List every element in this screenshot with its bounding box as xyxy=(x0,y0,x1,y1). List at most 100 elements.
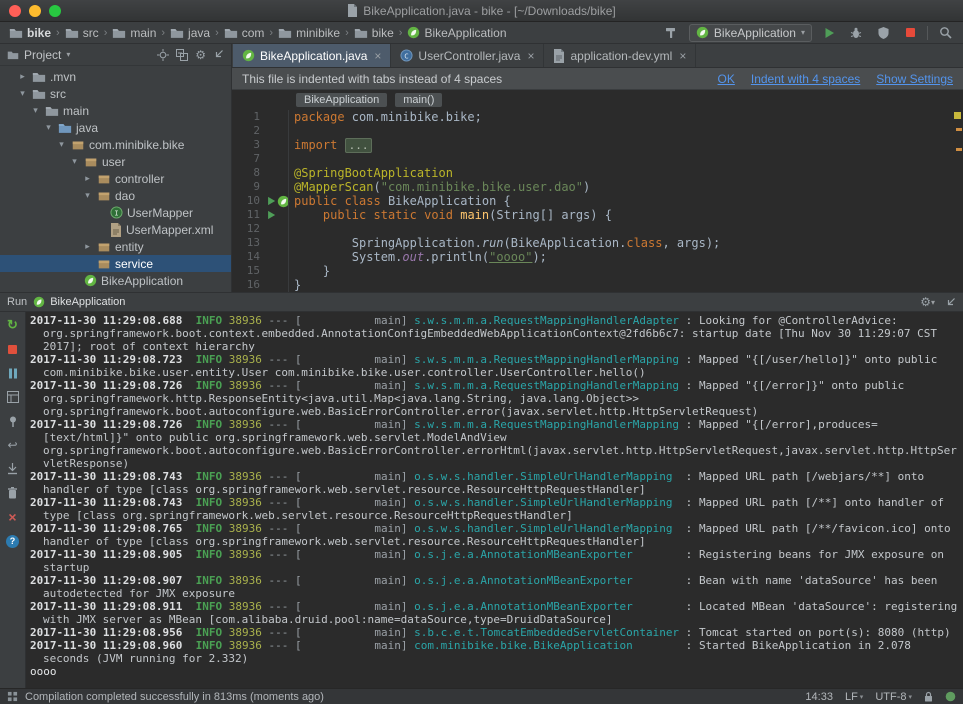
breadcrumb-item[interactable]: minibike xyxy=(275,26,343,40)
chevron-down-icon[interactable]: ▾ xyxy=(82,190,93,201)
spring-icon xyxy=(33,296,45,308)
chevron-down-icon[interactable]: ▾ xyxy=(56,139,67,150)
encoding-select[interactable]: UTF-8▾ xyxy=(875,691,912,703)
build-button[interactable] xyxy=(662,24,682,42)
error-stripe-mark[interactable] xyxy=(956,128,962,131)
run-button[interactable] xyxy=(819,24,839,42)
tree-item-usermapper-xml[interactable]: UserMapper.xml xyxy=(0,221,231,238)
gutter-icons xyxy=(266,138,286,152)
search-everywhere-button[interactable] xyxy=(935,24,955,42)
breadcrumb-label: minibike xyxy=(296,26,340,40)
line-number: 2 xyxy=(232,124,266,138)
window-controls xyxy=(9,5,61,17)
editor-tab[interactable]: BikeApplication.java× xyxy=(233,44,391,67)
run-settings-button[interactable]: ⚙▾ xyxy=(920,295,935,309)
zoom-window-button[interactable] xyxy=(49,5,61,17)
breadcrumb-separator-icon: › xyxy=(268,27,274,39)
breadcrumb-class[interactable]: BikeApplication xyxy=(296,93,387,107)
locate-file-button[interactable] xyxy=(157,49,169,61)
tree-item-dao[interactable]: ▾dao xyxy=(0,187,231,204)
breadcrumb-item[interactable]: com xyxy=(221,26,268,40)
help-button[interactable]: ? xyxy=(4,533,22,549)
debug-button[interactable] xyxy=(846,24,866,42)
close-tab-icon[interactable]: × xyxy=(679,49,686,63)
breadcrumb-method[interactable]: main() xyxy=(395,93,442,107)
breadcrumb-label: main xyxy=(130,26,156,40)
breadcrumb-label: BikeApplication xyxy=(424,26,506,40)
run-console[interactable]: 2017-11-30 11:29:08.688 INFO 38936 --- [… xyxy=(26,312,963,688)
banner-ok-link[interactable]: OK xyxy=(718,72,735,86)
banner-indent-link[interactable]: Indent with 4 spaces xyxy=(751,72,860,86)
run-line-marker-icon[interactable] xyxy=(266,196,276,206)
tool-window-switcher-icon[interactable] xyxy=(7,691,18,702)
code-editor[interactable]: 1package com.minibike.bike;23import ...7… xyxy=(232,110,963,292)
chevron-right-icon[interactable]: ▸ xyxy=(17,71,28,82)
hector-inspector-icon[interactable] xyxy=(945,691,956,702)
editor-tab[interactable]: application-dev.yml× xyxy=(544,44,696,67)
close-tab-icon[interactable]: × xyxy=(527,49,534,63)
line-number: 11 xyxy=(232,208,266,222)
folder-src-icon xyxy=(58,121,72,135)
caret-position[interactable]: 14:33 xyxy=(805,691,833,703)
close-tab-icon[interactable]: × xyxy=(374,49,381,63)
tree-item-label: .mvn xyxy=(50,70,76,84)
banner-show-settings-link[interactable]: Show Settings xyxy=(876,72,953,86)
folder-icon xyxy=(32,70,46,84)
minimize-window-button[interactable] xyxy=(29,5,41,17)
tree-item-usermapper[interactable]: IUserMapper xyxy=(0,204,231,221)
chevron-right-icon[interactable]: ▸ xyxy=(82,241,93,252)
chevron-down-icon[interactable]: ▾ xyxy=(43,122,54,133)
tree-item-label: service xyxy=(115,257,153,271)
lock-icon[interactable] xyxy=(924,691,933,702)
hide-run-window-button[interactable] xyxy=(945,297,956,308)
breadcrumb-item[interactable]: BikeApplication xyxy=(404,26,509,40)
pause-output-button[interactable] xyxy=(4,365,22,381)
tree-item-java[interactable]: ▾java xyxy=(0,119,231,136)
tree-item-service[interactable]: service xyxy=(0,255,231,272)
stop-run-button[interactable] xyxy=(4,341,22,357)
chevron-down-icon[interactable]: ▾ xyxy=(17,88,28,99)
breadcrumb-item[interactable]: bike xyxy=(6,26,54,40)
tree-item-main[interactable]: ▾main xyxy=(0,102,231,119)
tree-item--mvn[interactable]: ▸ .mvn xyxy=(0,68,231,85)
close-button[interactable]: × xyxy=(4,509,22,525)
chevron-down-icon[interactable]: ▾ xyxy=(30,105,41,116)
coverage-button[interactable] xyxy=(873,24,893,42)
chevron-right-icon[interactable]: ▸ xyxy=(82,173,93,184)
toolbar-separator xyxy=(927,26,928,40)
tree-item-bikeapplication[interactable]: BikeApplication xyxy=(0,272,231,289)
error-stripe-mark[interactable] xyxy=(956,148,962,151)
tree-item-user[interactable]: ▾user xyxy=(0,153,231,170)
collapse-all-button[interactable] xyxy=(176,49,188,61)
chevron-down-icon[interactable]: ▾ xyxy=(69,156,80,167)
line-number: 8 xyxy=(232,166,266,180)
run-tab[interactable]: BikeApplication xyxy=(33,296,125,308)
rerun-button[interactable]: ↻ xyxy=(4,317,22,333)
clear-all-button[interactable] xyxy=(4,485,22,501)
hide-project-window-button[interactable] xyxy=(213,49,224,60)
soft-wraps-button[interactable]: ↩ xyxy=(4,437,22,453)
console-line: 2017-11-30 11:29:08.911 INFO 38936 --- [… xyxy=(30,600,959,626)
breadcrumb-item[interactable]: bike xyxy=(351,26,397,40)
tree-item-src[interactable]: ▾src xyxy=(0,85,231,102)
pin-tab-button[interactable] xyxy=(4,413,22,429)
breadcrumb-item[interactable]: main xyxy=(109,26,159,40)
code-text: @MapperScan("com.minibike.bike.user.dao"… xyxy=(286,180,590,194)
run-config-select[interactable]: BikeApplication ▾ xyxy=(689,24,812,42)
inspection-status-indicator[interactable] xyxy=(954,112,961,119)
project-view-select[interactable]: Project ▾ xyxy=(7,48,70,62)
tree-item-controller[interactable]: ▸controller xyxy=(0,170,231,187)
restore-layout-button[interactable] xyxy=(4,389,22,405)
tree-item-com-minibike-bike[interactable]: ▾com.minibike.bike xyxy=(0,136,231,153)
project-settings-button[interactable]: ⚙ xyxy=(195,48,206,62)
scroll-to-end-button[interactable] xyxy=(4,461,22,477)
close-window-button[interactable] xyxy=(9,5,21,17)
line-ending-select[interactable]: LF▾ xyxy=(845,691,863,703)
spring-icon[interactable] xyxy=(277,195,290,208)
stop-button[interactable] xyxy=(900,24,920,42)
run-line-marker-icon[interactable] xyxy=(266,210,276,220)
editor-tab[interactable]: CUserController.java× xyxy=(391,44,544,67)
tree-item-entity[interactable]: ▸entity xyxy=(0,238,231,255)
breadcrumb-item[interactable]: src xyxy=(62,26,102,40)
breadcrumb-item[interactable]: java xyxy=(167,26,213,40)
